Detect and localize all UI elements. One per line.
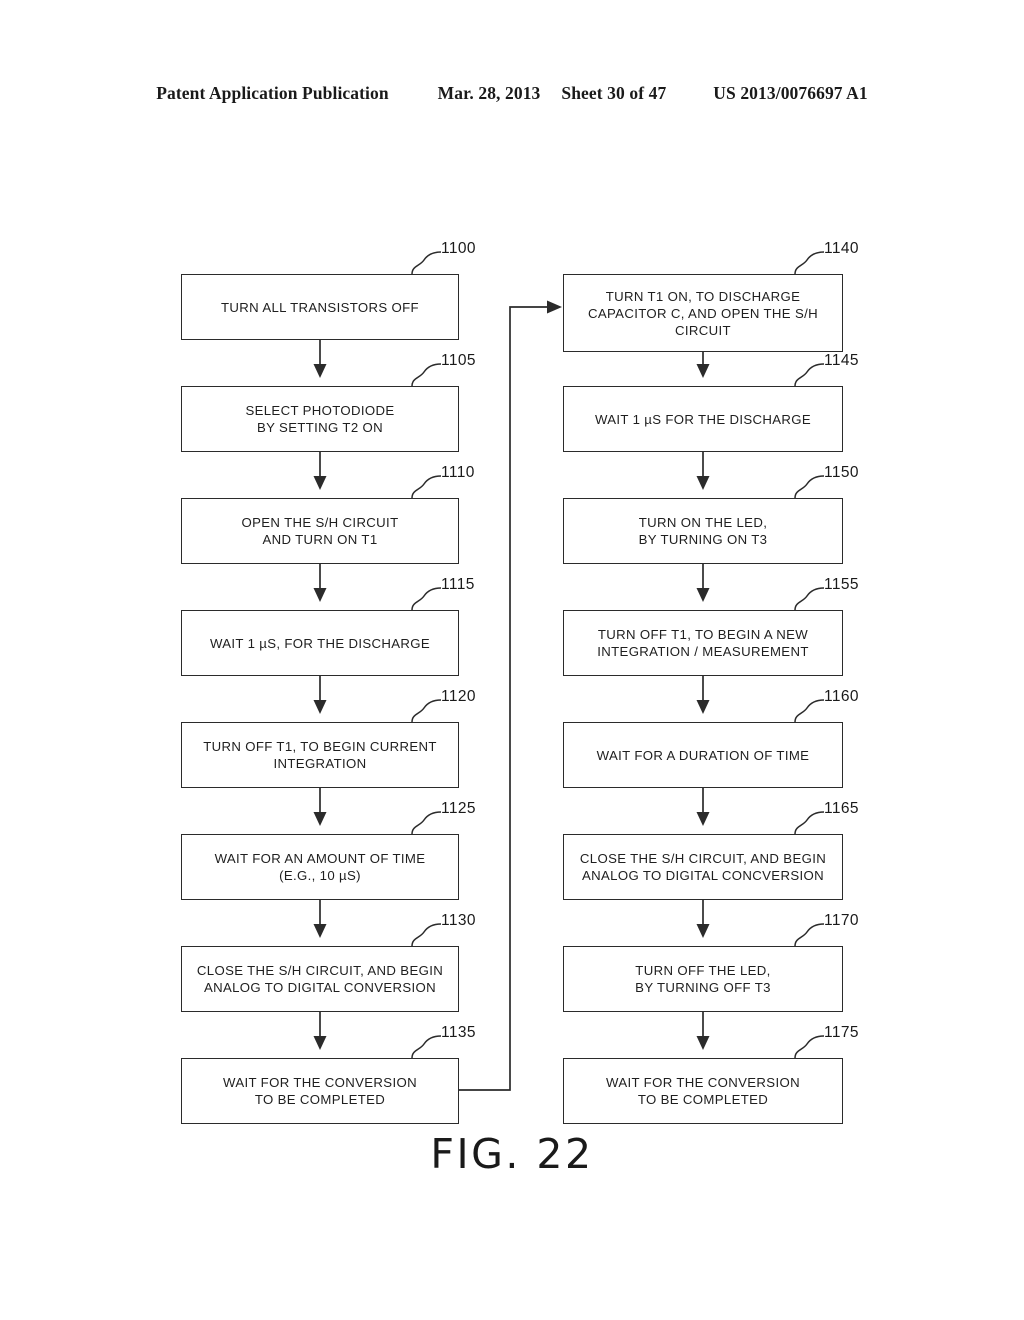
reference-number-1145: 1145: [824, 352, 859, 369]
process-box-1130-label: CLOSE THE S/H CIRCUIT, AND BEGIN ANALOG …: [196, 963, 444, 995]
reference-number-1110: 1110: [441, 464, 475, 481]
process-box-1160-label: WAIT FOR A DURATION OF TIME: [596, 747, 810, 763]
process-box-1175-label: WAIT FOR THE CONVERSION TO BE COMPLETED: [606, 1075, 800, 1107]
process-box-1130[interactable]: CLOSE THE S/H CIRCUIT, AND BEGIN ANALOG …: [181, 946, 459, 1012]
reference-number-1170: 1170: [824, 912, 859, 929]
process-box-1165-label: CLOSE THE S/H CIRCUIT, AND BEGIN ANALOG …: [579, 851, 827, 883]
process-box-1150-label: TURN ON THE LED, BY TURNING ON T3: [638, 515, 768, 547]
reference-number-1155: 1155: [824, 576, 859, 593]
reference-number-1120: 1120: [441, 688, 476, 705]
process-box-1155[interactable]: TURN OFF T1, TO BEGIN A NEW INTEGRATION …: [563, 610, 843, 676]
process-box-1125-label: WAIT FOR AN AMOUNT OF TIME (E.G., 10 µS): [214, 851, 426, 883]
process-box-1100-label: TURN ALL TRANSISTORS OFF: [221, 299, 419, 315]
reference-number-1105: 1105: [441, 352, 476, 369]
process-box-1170-label: TURN OFF THE LED, BY TURNING OFF T3: [635, 963, 771, 995]
process-box-1135-label: WAIT FOR THE CONVERSION TO BE COMPLETED: [223, 1075, 417, 1107]
process-box-1155-label: TURN OFF T1, TO BEGIN A NEW INTEGRATION …: [597, 627, 809, 659]
process-box-1110-label: OPEN THE S/H CIRCUIT AND TURN ON T1: [241, 515, 399, 547]
reference-number-1115: 1115: [441, 576, 475, 593]
process-box-1170[interactable]: TURN OFF THE LED, BY TURNING OFF T3: [563, 946, 843, 1012]
reference-number-1100: 1100: [441, 240, 476, 257]
reference-number-1165: 1165: [824, 800, 859, 817]
process-box-1135[interactable]: WAIT FOR THE CONVERSION TO BE COMPLETED: [181, 1058, 459, 1124]
process-box-1150[interactable]: TURN ON THE LED, BY TURNING ON T3: [563, 498, 843, 564]
process-box-1160[interactable]: WAIT FOR A DURATION OF TIME: [563, 722, 843, 788]
reference-number-1140: 1140: [824, 240, 859, 257]
process-box-1145-label: WAIT 1 µS FOR THE DISCHARGE: [594, 411, 812, 427]
process-box-1125[interactable]: WAIT FOR AN AMOUNT OF TIME (E.G., 10 µS): [181, 834, 459, 900]
process-box-1140[interactable]: TURN T1 ON, TO DISCHARGE CAPACITOR C, AN…: [563, 274, 843, 352]
reference-number-1150: 1150: [824, 464, 859, 481]
flowchart-connectors: [313, 251, 825, 1091]
process-box-1105-label: SELECT PHOTODIODE BY SETTING T2 ON: [245, 403, 395, 435]
figure-caption: FIG. 22: [430, 1130, 594, 1178]
process-box-1145[interactable]: WAIT 1 µS FOR THE DISCHARGE: [563, 386, 843, 452]
process-box-1120[interactable]: TURN OFF T1, TO BEGIN CURRENT INTEGRATIO…: [181, 722, 459, 788]
reference-number-1175: 1175: [824, 1024, 859, 1041]
process-box-1175[interactable]: WAIT FOR THE CONVERSION TO BE COMPLETED: [563, 1058, 843, 1124]
process-box-1105[interactable]: SELECT PHOTODIODE BY SETTING T2 ON: [181, 386, 459, 452]
process-box-1120-label: TURN OFF T1, TO BEGIN CURRENT INTEGRATIO…: [203, 739, 437, 771]
reference-number-1135: 1135: [441, 1024, 476, 1041]
flowchart-diagram: TURN ALL TRANSISTORS OFF 1100 SELECT PHO…: [0, 0, 1024, 1320]
process-box-1110[interactable]: OPEN THE S/H CIRCUIT AND TURN ON T1: [181, 498, 459, 564]
process-box-1100[interactable]: TURN ALL TRANSISTORS OFF: [181, 274, 459, 340]
process-box-1115-label: WAIT 1 µS, FOR THE DISCHARGE: [209, 635, 431, 651]
process-box-1140-label: TURN T1 ON, TO DISCHARGE CAPACITOR C, AN…: [588, 288, 818, 338]
reference-number-1160: 1160: [824, 688, 859, 705]
reference-number-1125: 1125: [441, 800, 476, 817]
process-box-1165[interactable]: CLOSE THE S/H CIRCUIT, AND BEGIN ANALOG …: [563, 834, 843, 900]
process-box-1115[interactable]: WAIT 1 µS, FOR THE DISCHARGE: [181, 610, 459, 676]
reference-number-1130: 1130: [441, 912, 476, 929]
